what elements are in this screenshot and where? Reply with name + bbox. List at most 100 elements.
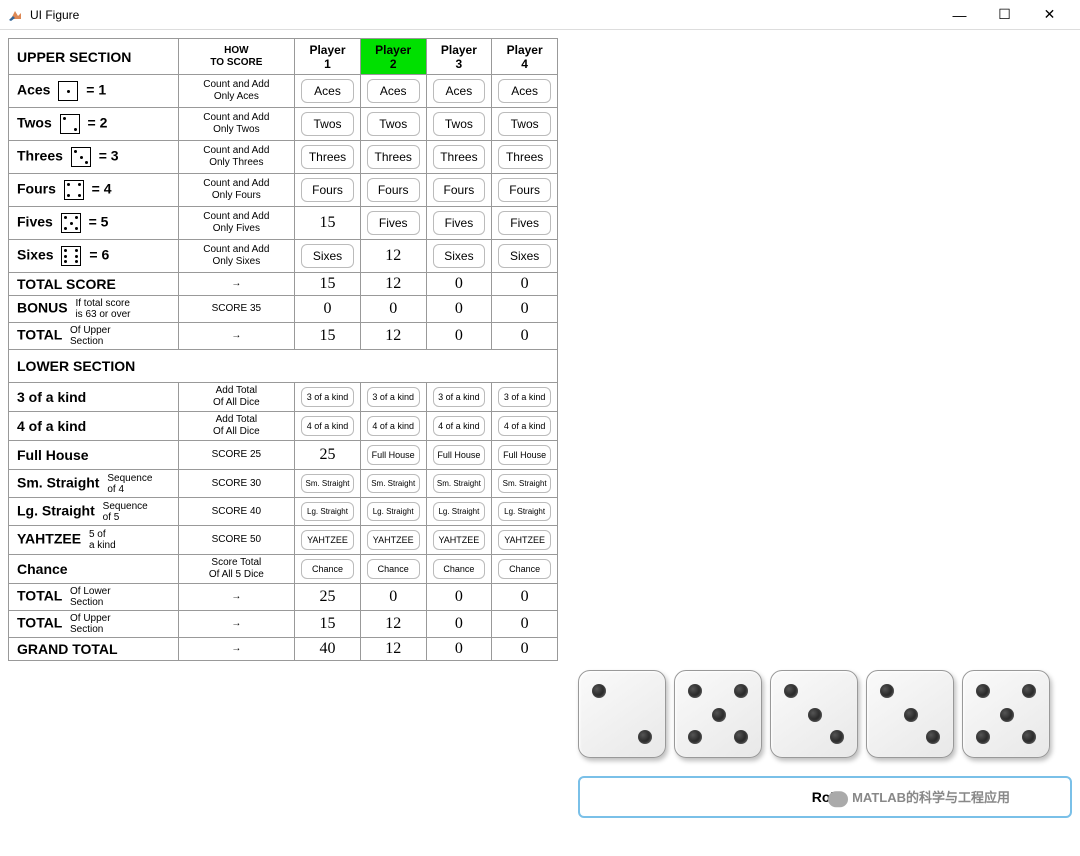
row-sm.-straight: Sm. Straight Sequenceof 4 (9, 470, 179, 498)
total-cell-p1: 15 (295, 323, 361, 350)
total-cell-p4: 0 (492, 611, 558, 638)
maximize-button[interactable]: ☐ (982, 1, 1027, 29)
cell-3-of-a-kind-p1[interactable]: 3 of a kind (301, 387, 354, 407)
cell-fives-p3[interactable]: Fives (433, 211, 486, 235)
cell-fives-p4[interactable]: Fives (498, 211, 551, 235)
cell-fours-p1[interactable]: Fours (301, 178, 354, 202)
roll-button[interactable]: Roll MATLAB的科学与工程应用 (578, 776, 1072, 818)
row-lg.-straight: Lg. Straight Sequenceof 5 (9, 498, 179, 526)
titlebar: UI Figure — ☐ ✕ (0, 0, 1080, 30)
total-cell-p1: 15 (295, 273, 361, 296)
cell-sixes-p4[interactable]: Sixes (498, 244, 551, 268)
cell-aces-p2[interactable]: Aces (367, 79, 420, 103)
row-aces: Aces = 1 (9, 75, 179, 108)
how-arrow: → (178, 611, 295, 638)
die-2[interactable] (674, 670, 762, 758)
cell-4-of-a-kind-p1[interactable]: 4 of a kind (301, 416, 354, 436)
cell-full-house-p1: 25 (295, 441, 361, 470)
cell-chance-p1[interactable]: Chance (301, 559, 354, 579)
cell-sm.-straight-p3[interactable]: Sm. Straight (433, 474, 486, 493)
total-cell-p4: 0 (492, 273, 558, 296)
cell-threes-p2[interactable]: Threes (367, 145, 420, 169)
cell-sm.-straight-p2[interactable]: Sm. Straight (367, 474, 420, 493)
cell-fives-p1: 15 (295, 207, 361, 240)
cell-yahtzee-p3[interactable]: YAHTZEE (433, 530, 486, 550)
cell-lg.-straight-p1[interactable]: Lg. Straight (301, 502, 354, 521)
player-4-header: Player4 (492, 39, 558, 75)
scorecard: UPPER SECTION HOWTO SCOREPlayer1Player2P… (8, 38, 558, 848)
cell-full-house-p3[interactable]: Full House (433, 445, 486, 465)
cell-yahtzee-p1[interactable]: YAHTZEE (301, 530, 354, 550)
cell-full-house-p4[interactable]: Full House (498, 445, 551, 465)
cell-lg.-straight-p2[interactable]: Lg. Straight (367, 502, 420, 521)
total-cell-p2: 12 (360, 638, 426, 661)
how-4-of-a-kind: Add TotalOf All Dice (178, 412, 295, 441)
die-3[interactable] (770, 670, 858, 758)
die-4[interactable] (866, 670, 954, 758)
total-cell-p4: 0 (492, 323, 558, 350)
cell-4-of-a-kind-p3[interactable]: 4 of a kind (433, 416, 486, 436)
how-full-house: SCORE 25 (178, 441, 295, 470)
cell-full-house-p2[interactable]: Full House (367, 445, 420, 465)
cell-chance-p3[interactable]: Chance (433, 559, 486, 579)
cell-3-of-a-kind-p2[interactable]: 3 of a kind (367, 387, 420, 407)
cell-lg.-straight-p4[interactable]: Lg. Straight (498, 502, 551, 521)
cell-fours-p3[interactable]: Fours (433, 178, 486, 202)
total-cell-p2: 0 (360, 296, 426, 323)
row-total: TOTAL SCORE (9, 273, 179, 296)
row-fives: Fives = 5 (9, 207, 179, 240)
total-cell-p1: 15 (295, 611, 361, 638)
cell-twos-p1[interactable]: Twos (301, 112, 354, 136)
cell-4-of-a-kind-p2[interactable]: 4 of a kind (367, 416, 420, 436)
cell-sixes-p2: 12 (360, 240, 426, 273)
cell-3-of-a-kind-p4[interactable]: 3 of a kind (498, 387, 551, 407)
how-arrow: → (178, 273, 295, 296)
cell-twos-p3[interactable]: Twos (433, 112, 486, 136)
upper-section-header: UPPER SECTION (9, 39, 179, 75)
cell-twos-p2[interactable]: Twos (367, 112, 420, 136)
total-cell-p3: 0 (426, 611, 492, 638)
minimize-button[interactable]: — (937, 1, 982, 29)
cell-fours-p2[interactable]: Fours (367, 178, 420, 202)
how-chance: Score TotalOf All 5 Dice (178, 555, 295, 584)
cell-sixes-p3[interactable]: Sixes (433, 244, 486, 268)
how-3-of-a-kind: Add TotalOf All Dice (178, 383, 295, 412)
row-threes: Threes = 3 (9, 141, 179, 174)
cell-aces-p1[interactable]: Aces (301, 79, 354, 103)
cell-chance-p4[interactable]: Chance (498, 559, 551, 579)
cell-yahtzee-p4[interactable]: YAHTZEE (498, 530, 551, 550)
die-5[interactable] (962, 670, 1050, 758)
watermark-text: MATLAB的科学与工程应用 (828, 787, 1010, 807)
how-fives: Count and AddOnly Fives (178, 207, 295, 240)
how-arrow: → (178, 584, 295, 611)
cell-sixes-p1[interactable]: Sixes (301, 244, 354, 268)
cell-sm.-straight-p4[interactable]: Sm. Straight (498, 474, 551, 493)
row-fours: Fours = 4 (9, 174, 179, 207)
cell-aces-p3[interactable]: Aces (433, 79, 486, 103)
row-total: BONUS If total scoreis 63 or over (9, 296, 179, 323)
cell-threes-p1[interactable]: Threes (301, 145, 354, 169)
cell-lg.-straight-p3[interactable]: Lg. Straight (433, 502, 486, 521)
cell-sm.-straight-p1[interactable]: Sm. Straight (301, 474, 354, 493)
cell-yahtzee-p2[interactable]: YAHTZEE (367, 530, 420, 550)
how-sm.-straight: SCORE 30 (178, 470, 295, 498)
total-cell-p4: 0 (492, 638, 558, 661)
roll-button-label: Roll (812, 789, 838, 805)
cell-threes-p4[interactable]: Threes (498, 145, 551, 169)
cell-4-of-a-kind-p4[interactable]: 4 of a kind (498, 416, 551, 436)
how-arrow: → (178, 638, 295, 661)
cell-fours-p4[interactable]: Fours (498, 178, 551, 202)
how-yahtzee: SCORE 50 (178, 526, 295, 555)
how-aces: Count and AddOnly Aces (178, 75, 295, 108)
row-total: TOTAL Of LowerSection (9, 584, 179, 611)
cell-twos-p4[interactable]: Twos (498, 112, 551, 136)
close-button[interactable]: ✕ (1027, 1, 1072, 29)
cell-fives-p2[interactable]: Fives (367, 211, 420, 235)
cell-threes-p3[interactable]: Threes (433, 145, 486, 169)
cell-chance-p2[interactable]: Chance (367, 559, 420, 579)
die-1[interactable] (578, 670, 666, 758)
how-sixes: Count and AddOnly Sixes (178, 240, 295, 273)
cell-aces-p4[interactable]: Aces (498, 79, 551, 103)
cell-3-of-a-kind-p3[interactable]: 3 of a kind (433, 387, 486, 407)
total-cell-p4: 0 (492, 584, 558, 611)
